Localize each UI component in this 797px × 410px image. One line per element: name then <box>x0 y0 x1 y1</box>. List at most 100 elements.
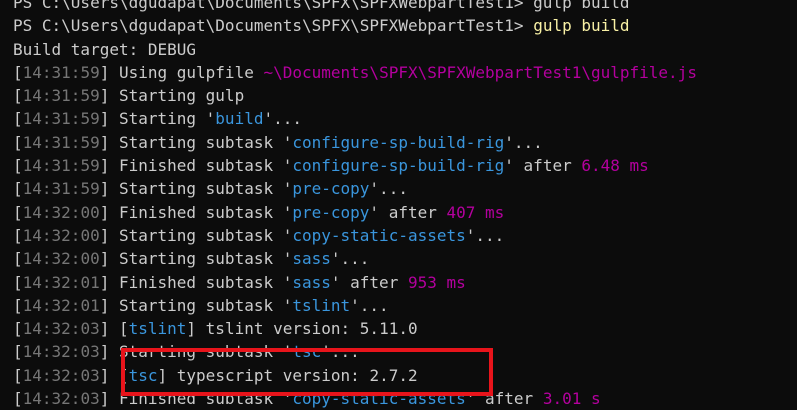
log-segment-plain: Starting subtask ' <box>118 342 293 362</box>
log-segment-plain: '... <box>465 225 505 245</box>
log-segment-plain: ' after <box>465 389 543 409</box>
timestamp-bracket: [ <box>13 225 23 245</box>
timestamp-bracket: [ <box>13 62 23 82</box>
timestamp-bracket: ] <box>99 319 119 339</box>
timestamp-bracket: ] <box>99 156 119 176</box>
log-line: [14:32:03] [tsc] typescript version: 2.7… <box>13 364 697 387</box>
timestamp: 14:32:03 <box>22 365 100 385</box>
log-segment-plain: '... <box>350 295 389 315</box>
timestamp-bracket: [ <box>13 272 23 292</box>
log-segment-task: tslint <box>292 295 351 315</box>
timestamp-bracket: [ <box>13 109 23 129</box>
terminal-line-partial: PS C:\Users\dgudapat\Documents\SPFX\SPFX… <box>13 0 630 12</box>
log-line: [14:31:59] Starting 'build'... <box>13 107 697 130</box>
timestamp: 14:31:59 <box>22 179 100 199</box>
timestamp-bracket: [ <box>13 319 23 339</box>
timestamp-bracket: [ <box>13 342 23 362</box>
timestamp-bracket: ] <box>99 179 119 199</box>
log-segment-plain: Starting subtask ' <box>118 179 293 199</box>
log-segment-task: tsc <box>128 365 158 385</box>
timestamp-bracket: [ <box>13 179 23 199</box>
log-segment-task: sass <box>292 249 331 269</box>
timestamp-bracket: ] <box>99 389 119 409</box>
log-segment-task: copy-static-assets <box>292 389 466 409</box>
log-segment-plain: Starting ' <box>118 109 216 129</box>
log-line: [14:32:00] Finished subtask 'pre-copy' a… <box>13 201 697 224</box>
log-line: [14:32:03] [tslint] tslint version: 5.11… <box>13 317 697 340</box>
timestamp-bracket: ] <box>99 342 119 362</box>
log-line: [14:31:59] Starting gulp <box>13 84 697 107</box>
log-line: [14:31:59] Starting subtask 'pre-copy'..… <box>13 177 697 200</box>
log-segment-plain: ] typescript version: 2.7.2 <box>157 365 418 385</box>
log-segment-plain: ' after <box>504 156 582 176</box>
log-segment-plain: Using gulpfile <box>118 62 264 82</box>
log-segment-plain: Finished subtask ' <box>118 202 293 222</box>
log-segment-task: tsc <box>292 342 322 362</box>
log-segment-task: configure-sp-build-rig <box>292 132 505 152</box>
log-segment-plain: Starting gulp <box>118 86 245 106</box>
log-segment-task: build <box>215 109 264 129</box>
log-segment-task: tslint <box>128 319 187 339</box>
timestamp-bracket: ] <box>99 62 119 82</box>
log-segment-plain: ' after <box>369 202 447 222</box>
log-segment-plain: '... <box>321 342 360 362</box>
log-line: [14:32:01] Finished subtask 'sass' after… <box>13 271 697 294</box>
timestamp-bracket: [ <box>13 86 23 106</box>
timestamp-bracket: ] <box>99 225 119 245</box>
log-segment-plain: [ <box>118 365 129 385</box>
timestamp: 14:32:01 <box>22 295 100 315</box>
log-segment-num: 3.01 s <box>542 389 601 409</box>
log-segment-plain: Starting subtask ' <box>118 132 293 152</box>
timestamp: 14:32:00 <box>22 202 100 222</box>
log-segment-plain: '... <box>263 109 302 129</box>
log-segment-task: configure-sp-build-rig <box>292 156 505 176</box>
timestamp-bracket: [ <box>13 132 23 152</box>
timestamp-bracket: [ <box>13 202 23 222</box>
timestamp-bracket: [ <box>13 295 23 315</box>
log-line: [14:32:00] Starting subtask 'copy-static… <box>13 224 697 247</box>
log-line: [14:32:00] Starting subtask 'sass'... <box>13 247 697 270</box>
log-segment-path: ~\Documents\SPFX\SPFXWebpartTest1\gulpfi… <box>263 62 697 82</box>
log-segment-plain: Starting subtask ' <box>118 295 293 315</box>
log-line: [14:31:59] Finished subtask 'configure-s… <box>13 154 697 177</box>
timestamp: 14:32:01 <box>22 272 100 292</box>
build-target-line: Build target: DEBUG <box>13 39 197 59</box>
log-line: [14:31:59] Using gulpfile ~\Documents\SP… <box>13 61 697 84</box>
log-segment-plain: Finished subtask ' <box>118 272 293 292</box>
prompt-text: PS C:\Users\dgudapat\Documents\SPFX\SPFX… <box>13 16 524 36</box>
timestamp: 14:31:59 <box>22 86 100 106</box>
log-segment-plain: Starting subtask ' <box>118 249 293 269</box>
log-segment-plain: ] tslint version: 5.11.0 <box>186 319 418 339</box>
timestamp-bracket: ] <box>99 132 119 152</box>
timestamp: 14:32:00 <box>22 249 100 269</box>
timestamp-bracket: ] <box>99 86 119 106</box>
log-segment-num: 407 ms <box>446 202 505 222</box>
timestamp-bracket: ] <box>99 365 119 385</box>
log-segment-num: 953 ms <box>407 272 466 292</box>
terminal-output: PS C:\Users\dgudapat\Documents\SPFX\SPFX… <box>13 0 697 410</box>
timestamp-bracket: ] <box>99 202 119 222</box>
timestamp-bracket: [ <box>13 389 23 409</box>
timestamp-bracket: [ <box>13 249 23 269</box>
log-segment-plain: [ <box>118 319 129 339</box>
log-segment-plain: Finished subtask ' <box>118 389 293 409</box>
log-segment-plain: '... <box>504 132 543 152</box>
log-segment-plain: ' after <box>330 272 408 292</box>
log-line: [14:31:59] Starting subtask 'configure-s… <box>13 131 697 154</box>
terminal-window[interactable]: PS C:\Users\dgudapat\Documents\SPFX\SPFX… <box>0 0 797 410</box>
log-segment-num: 6.48 ms <box>581 156 649 176</box>
terminal-line-command: PS C:\Users\dgudapat\Documents\SPFX\SPFX… <box>13 14 697 37</box>
log-segment-task: pre-copy <box>292 202 370 222</box>
log-segment-plain: '... <box>330 249 370 269</box>
timestamp-bracket: [ <box>13 156 23 176</box>
log-segment-plain: Starting subtask ' <box>118 225 293 245</box>
timestamp: 14:32:00 <box>22 225 100 245</box>
log-line: [14:32:03] Starting subtask 'tsc'... <box>13 340 697 363</box>
timestamp: 14:32:03 <box>22 319 100 339</box>
log-segment-task: sass <box>292 272 331 292</box>
timestamp-bracket: ] <box>99 272 119 292</box>
log-segment-task: pre-copy <box>292 179 370 199</box>
timestamp: 14:31:59 <box>22 109 100 129</box>
timestamp: 14:31:59 <box>22 62 100 82</box>
timestamp: 14:31:59 <box>22 132 100 152</box>
